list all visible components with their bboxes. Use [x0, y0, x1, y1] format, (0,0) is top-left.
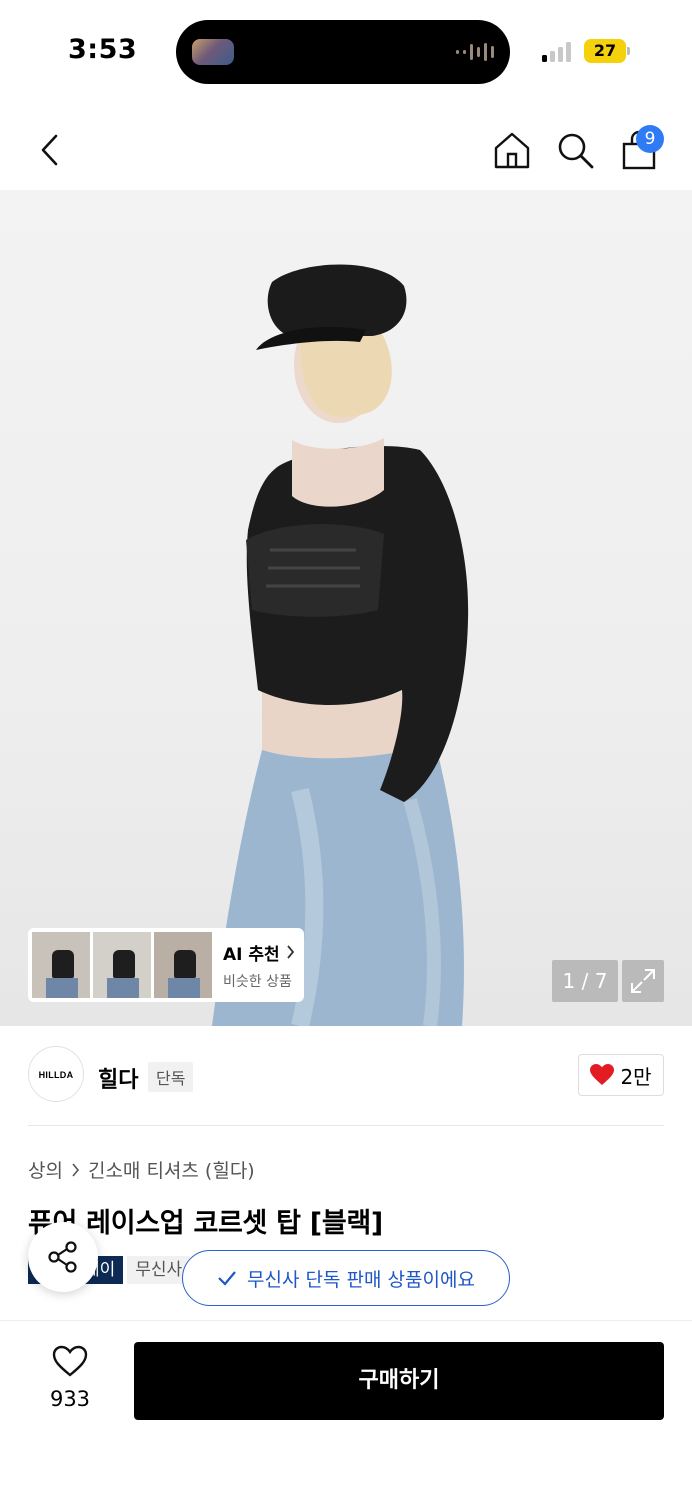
recommend-thumb-1[interactable] — [32, 932, 90, 998]
ai-recommend-title-label: AI 추천 — [223, 944, 280, 965]
battery-tip — [627, 47, 630, 55]
recommend-thumb-2[interactable] — [93, 932, 151, 998]
wishlist-button[interactable]: 933 — [40, 1345, 100, 1411]
product-image-gallery[interactable]: AI 추천 비슷한 상품 1 / 7 — [0, 190, 692, 1026]
share-button[interactable] — [28, 1222, 98, 1292]
breadcrumb-subcategory[interactable]: 긴소매 티셔츠 (힐다) — [88, 1156, 255, 1183]
divider — [28, 1125, 664, 1126]
ai-recommend-card[interactable]: AI 추천 비슷한 상품 — [28, 928, 304, 1002]
status-time: 3:53 — [68, 34, 138, 65]
breadcrumb: 상의 긴소매 티셔츠 (힐다) — [28, 1156, 255, 1183]
exclusive-toast-text: 무신사 단독 판매 상품이에요 — [247, 1268, 475, 1291]
dynamic-island — [176, 20, 510, 84]
musinsa-badge: 무신사 — [127, 1256, 191, 1284]
top-nav — [0, 110, 692, 190]
audio-wave-icon — [456, 42, 494, 62]
image-counter: 1 / 7 — [552, 960, 618, 1002]
bottom-bar: 933 구매하기 — [0, 1320, 692, 1500]
check-icon — [218, 1271, 236, 1286]
wishlist-count: 933 — [49, 1387, 91, 1411]
exclusive-toast: 무신사 단독 판매 상품이에요 — [182, 1250, 510, 1306]
cart-count-badge: 9 — [636, 125, 664, 153]
back-icon[interactable] — [28, 128, 72, 172]
ai-recommend-subtitle: 비슷한 상품 — [223, 973, 292, 990]
brand-like-button[interactable]: 2만 — [578, 1054, 664, 1096]
heart-outline-icon — [52, 1345, 88, 1377]
expand-icon[interactable] — [622, 960, 664, 1002]
ai-recommend-text: AI 추천 비슷한 상품 — [223, 940, 295, 991]
now-playing-thumbnail — [192, 39, 234, 65]
cellular-signal-icon — [542, 40, 571, 62]
share-icon — [48, 1241, 77, 1273]
brand-row: HILLDA 힐다 단독 2만 — [0, 1026, 692, 1126]
home-icon[interactable] — [490, 128, 534, 172]
brand-name[interactable]: 힐다 — [98, 1062, 138, 1094]
buy-button[interactable]: 구매하기 — [134, 1342, 664, 1420]
chevron-right-icon — [286, 945, 294, 959]
breadcrumb-category[interactable]: 상의 — [28, 1156, 63, 1183]
chevron-right-icon — [72, 1162, 80, 1177]
battery-indicator: 27 — [584, 39, 626, 63]
heart-filled-icon — [590, 1064, 615, 1085]
ai-recommend-title: AI 추천 — [223, 940, 295, 965]
brand-like-count: 2만 — [620, 1064, 652, 1089]
recommend-thumb-3[interactable] — [154, 932, 212, 998]
status-bar: 3:53 27 — [0, 0, 692, 100]
exclusive-tag: 단독 — [148, 1062, 194, 1092]
search-icon[interactable] — [553, 128, 597, 172]
brand-logo[interactable]: HILLDA — [28, 1046, 84, 1102]
product-photo — [212, 264, 469, 1026]
